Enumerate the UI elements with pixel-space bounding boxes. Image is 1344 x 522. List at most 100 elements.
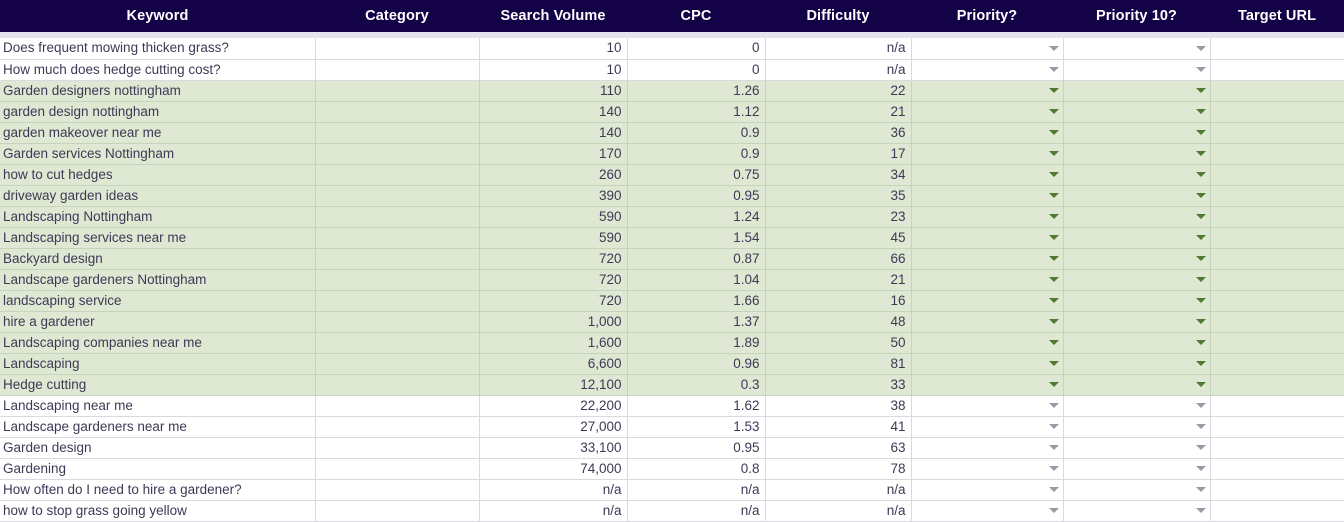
cell-cpc[interactable]: 1.37 — [627, 311, 765, 332]
column-header-keyword[interactable]: Keyword — [0, 0, 315, 32]
cell-priority-10-dropdown[interactable] — [1063, 185, 1210, 206]
chevron-down-icon[interactable] — [1196, 214, 1206, 219]
chevron-down-icon[interactable] — [1196, 88, 1206, 93]
cell-keyword[interactable]: driveway garden ideas — [0, 185, 315, 206]
cell-search-volume[interactable]: 170 — [479, 143, 627, 164]
cell-cpc[interactable]: 0 — [627, 59, 765, 80]
column-header-cpc[interactable]: CPC — [627, 0, 765, 32]
chevron-down-icon[interactable] — [1049, 403, 1059, 408]
column-header-priority[interactable]: Priority? — [911, 0, 1063, 32]
cell-target-url[interactable] — [1210, 374, 1344, 395]
cell-difficulty[interactable]: n/a — [765, 59, 911, 80]
table-row[interactable]: how to stop grass going yellown/an/an/a — [0, 500, 1344, 521]
cell-category[interactable] — [315, 353, 479, 374]
cell-cpc[interactable]: 0.9 — [627, 143, 765, 164]
cell-keyword[interactable]: Gardening — [0, 458, 315, 479]
cell-search-volume[interactable]: 74,000 — [479, 458, 627, 479]
cell-priority-10-dropdown[interactable] — [1063, 395, 1210, 416]
cell-keyword[interactable]: Landscape gardeners near me — [0, 416, 315, 437]
table-row[interactable]: Landscaping Nottingham5901.2423 — [0, 206, 1344, 227]
chevron-down-icon[interactable] — [1049, 88, 1059, 93]
chevron-down-icon[interactable] — [1196, 109, 1206, 114]
cell-category[interactable] — [315, 38, 479, 59]
chevron-down-icon[interactable] — [1196, 298, 1206, 303]
cell-keyword[interactable]: Landscaping Nottingham — [0, 206, 315, 227]
cell-priority-10-dropdown[interactable] — [1063, 101, 1210, 122]
cell-target-url[interactable] — [1210, 122, 1344, 143]
cell-priority-10-dropdown[interactable] — [1063, 38, 1210, 59]
table-row[interactable]: Landscaping companies near me1,6001.8950 — [0, 332, 1344, 353]
cell-difficulty[interactable]: 36 — [765, 122, 911, 143]
cell-target-url[interactable] — [1210, 353, 1344, 374]
cell-cpc[interactable]: 0.9 — [627, 122, 765, 143]
cell-priority-10-dropdown[interactable] — [1063, 80, 1210, 101]
cell-target-url[interactable] — [1210, 458, 1344, 479]
cell-category[interactable] — [315, 395, 479, 416]
cell-keyword[interactable]: garden makeover near me — [0, 122, 315, 143]
cell-difficulty[interactable]: n/a — [765, 479, 911, 500]
chevron-down-icon[interactable] — [1049, 487, 1059, 492]
chevron-down-icon[interactable] — [1049, 172, 1059, 177]
cell-priority-dropdown[interactable] — [911, 248, 1063, 269]
cell-cpc[interactable]: 0.3 — [627, 374, 765, 395]
table-row[interactable]: how to cut hedges2600.7534 — [0, 164, 1344, 185]
cell-category[interactable] — [315, 500, 479, 521]
cell-search-volume[interactable]: 260 — [479, 164, 627, 185]
table-row[interactable]: landscaping service7201.6616 — [0, 290, 1344, 311]
cell-priority-10-dropdown[interactable] — [1063, 479, 1210, 500]
cell-category[interactable] — [315, 479, 479, 500]
cell-cpc[interactable]: n/a — [627, 479, 765, 500]
cell-category[interactable] — [315, 101, 479, 122]
chevron-down-icon[interactable] — [1049, 466, 1059, 471]
cell-target-url[interactable] — [1210, 80, 1344, 101]
cell-keyword[interactable]: Hedge cutting — [0, 374, 315, 395]
cell-target-url[interactable] — [1210, 437, 1344, 458]
cell-category[interactable] — [315, 206, 479, 227]
chevron-down-icon[interactable] — [1196, 67, 1206, 72]
chevron-down-icon[interactable] — [1196, 340, 1206, 345]
cell-target-url[interactable] — [1210, 500, 1344, 521]
cell-keyword[interactable]: Garden services Nottingham — [0, 143, 315, 164]
cell-difficulty[interactable]: 38 — [765, 395, 911, 416]
cell-target-url[interactable] — [1210, 164, 1344, 185]
cell-cpc[interactable]: 0.87 — [627, 248, 765, 269]
cell-cpc[interactable]: 1.62 — [627, 395, 765, 416]
cell-priority-10-dropdown[interactable] — [1063, 164, 1210, 185]
cell-difficulty[interactable]: 63 — [765, 437, 911, 458]
cell-keyword[interactable]: garden design nottingham — [0, 101, 315, 122]
cell-target-url[interactable] — [1210, 227, 1344, 248]
cell-cpc[interactable]: 1.53 — [627, 416, 765, 437]
cell-priority-10-dropdown[interactable] — [1063, 269, 1210, 290]
cell-priority-dropdown[interactable] — [911, 122, 1063, 143]
cell-cpc[interactable]: 1.26 — [627, 80, 765, 101]
cell-keyword[interactable]: How much does hedge cutting cost? — [0, 59, 315, 80]
cell-keyword[interactable]: Landscaping services near me — [0, 227, 315, 248]
cell-difficulty[interactable]: n/a — [765, 500, 911, 521]
cell-category[interactable] — [315, 248, 479, 269]
cell-priority-dropdown[interactable] — [911, 332, 1063, 353]
cell-cpc[interactable]: 0.95 — [627, 437, 765, 458]
cell-target-url[interactable] — [1210, 101, 1344, 122]
table-row[interactable]: driveway garden ideas3900.9535 — [0, 185, 1344, 206]
cell-search-volume[interactable]: 1,000 — [479, 311, 627, 332]
cell-priority-dropdown[interactable] — [911, 395, 1063, 416]
cell-priority-10-dropdown[interactable] — [1063, 437, 1210, 458]
cell-priority-10-dropdown[interactable] — [1063, 500, 1210, 521]
chevron-down-icon[interactable] — [1196, 46, 1206, 51]
cell-category[interactable] — [315, 290, 479, 311]
cell-priority-10-dropdown[interactable] — [1063, 227, 1210, 248]
chevron-down-icon[interactable] — [1049, 109, 1059, 114]
table-row[interactable]: How much does hedge cutting cost?100n/a — [0, 59, 1344, 80]
cell-priority-10-dropdown[interactable] — [1063, 143, 1210, 164]
chevron-down-icon[interactable] — [1196, 382, 1206, 387]
column-header-priority-10[interactable]: Priority 10? — [1063, 0, 1210, 32]
cell-priority-dropdown[interactable] — [911, 59, 1063, 80]
cell-target-url[interactable] — [1210, 290, 1344, 311]
cell-target-url[interactable] — [1210, 269, 1344, 290]
cell-difficulty[interactable]: 48 — [765, 311, 911, 332]
table-row[interactable]: Landscaping services near me5901.5445 — [0, 227, 1344, 248]
cell-cpc[interactable]: 1.66 — [627, 290, 765, 311]
cell-keyword[interactable]: how to cut hedges — [0, 164, 315, 185]
cell-target-url[interactable] — [1210, 416, 1344, 437]
cell-difficulty[interactable]: 50 — [765, 332, 911, 353]
